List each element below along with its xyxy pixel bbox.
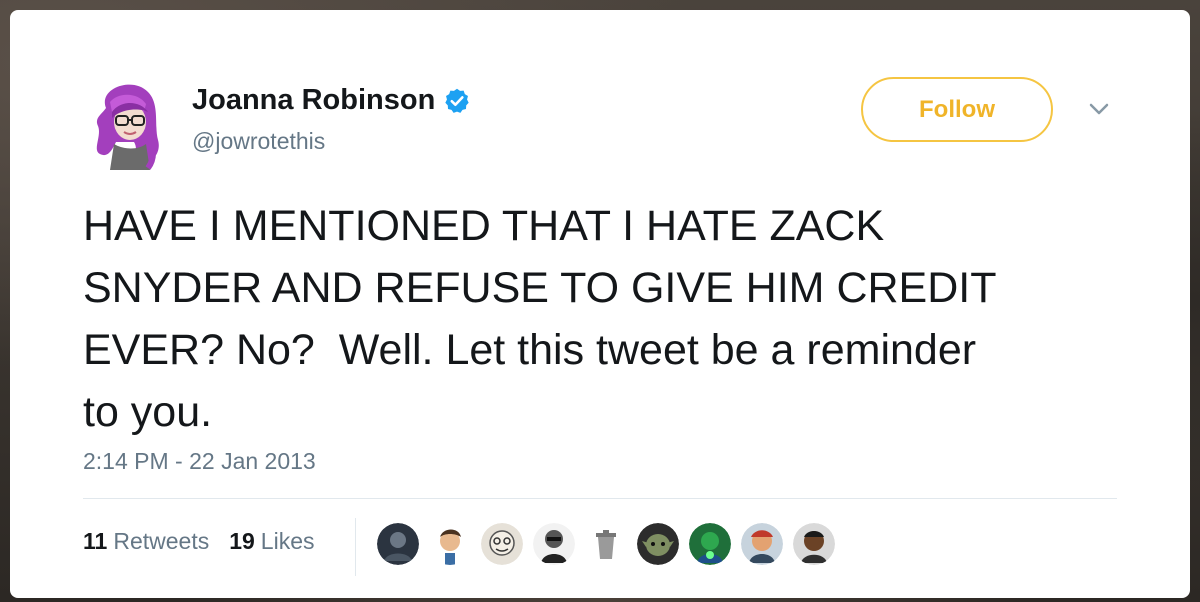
liker-avatar[interactable] xyxy=(689,523,731,565)
retweets-stat[interactable]: 11 Retweets xyxy=(83,528,209,555)
stats-separator xyxy=(355,518,356,576)
author-name[interactable]: Joanna Robinson xyxy=(192,84,435,117)
retweets-count: 11 xyxy=(83,528,108,554)
liker-avatar[interactable] xyxy=(585,523,627,565)
tweet-text: HAVE I MENTIONED THAT I HATE ZACK SNYDER… xyxy=(83,202,997,436)
chevron-down-icon[interactable] xyxy=(1085,97,1113,121)
liker-avatars xyxy=(377,523,835,565)
verified-badge-icon xyxy=(443,87,471,115)
liker-avatar[interactable] xyxy=(377,523,419,565)
divider xyxy=(83,498,1117,499)
retweets-label: Retweets xyxy=(113,528,210,554)
likes-label: Likes xyxy=(260,528,315,554)
liker-avatar[interactable] xyxy=(429,523,471,565)
liker-avatar[interactable] xyxy=(637,523,679,565)
liker-avatar[interactable] xyxy=(481,523,523,565)
likes-stat[interactable]: 19 Likes xyxy=(229,528,314,555)
likes-count: 19 xyxy=(229,528,255,554)
tweet-card: Joanna Robinson @jowrotethis Follow HAVE… xyxy=(10,10,1190,598)
tweet-timestamp[interactable]: 2:14 PM - 22 Jan 2013 xyxy=(83,448,316,475)
author-avatar[interactable] xyxy=(88,78,170,170)
follow-button[interactable]: Follow xyxy=(861,77,1053,142)
liker-avatar[interactable] xyxy=(533,523,575,565)
liker-avatar[interactable] xyxy=(741,523,783,565)
tweet-stats: 11 Retweets 19 Likes xyxy=(83,528,315,555)
author-name-row[interactable]: Joanna Robinson xyxy=(192,84,471,117)
liker-avatar[interactable] xyxy=(793,523,835,565)
author-handle[interactable]: @jowrotethis xyxy=(192,128,325,155)
